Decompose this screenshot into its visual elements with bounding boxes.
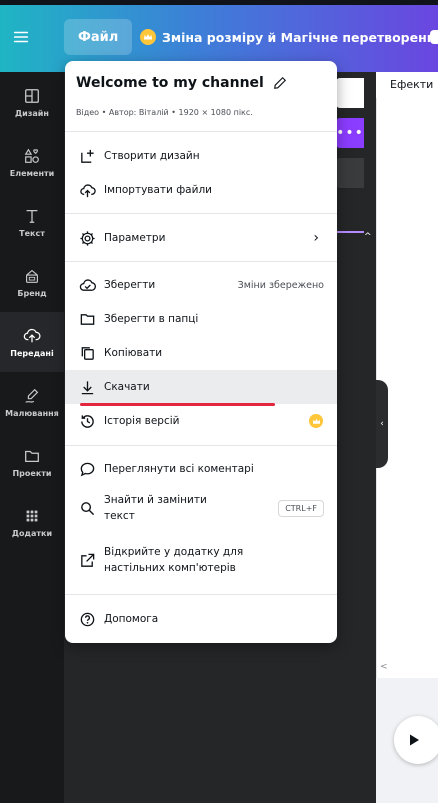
sidebar-item-projects[interactable]: Проекти — [0, 432, 64, 492]
resize-magic-switch-button[interactable]: Зміна розміру й Магічне перетворення — [138, 19, 438, 55]
download-item[interactable]: Скачати — [65, 370, 337, 404]
panel-search-field[interactable] — [336, 78, 364, 108]
play-button[interactable] — [394, 716, 438, 764]
text-icon — [26, 209, 38, 223]
divider — [65, 213, 337, 214]
view-comments-item[interactable]: Переглянути всі коментарі — [65, 452, 337, 486]
sidebar-item-label: Малювання — [5, 408, 59, 418]
download-highlight-underline — [80, 403, 275, 406]
top-stripe — [0, 0, 438, 5]
settings-item[interactable]: Параметри › — [65, 221, 337, 255]
file-menu-button[interactable]: Файл — [64, 19, 133, 55]
sidebar-item-text[interactable]: Текст — [0, 192, 64, 252]
sidebar-item-label: Додатки — [11, 528, 53, 538]
menu-item-label: Допомога — [104, 613, 159, 625]
divider — [65, 261, 337, 262]
divider — [65, 131, 337, 132]
crown-icon — [309, 414, 323, 428]
divider — [65, 445, 337, 446]
menu-item-label: Створити дизайн — [104, 150, 200, 162]
panel-secondary-field[interactable] — [336, 158, 364, 188]
cloud-check-icon — [79, 278, 96, 291]
gear-icon — [79, 230, 95, 246]
brand-icon — [26, 269, 38, 283]
effects-tab[interactable]: Ефекти — [376, 72, 438, 98]
menu-item-label: Параметри — [104, 232, 166, 244]
find-replace-item[interactable]: Знайти й замінити текст CTRL+F — [65, 486, 337, 530]
save-item[interactable]: Зберегти Зміни збережено — [65, 268, 337, 302]
external-link-icon — [80, 553, 94, 567]
left-sidebar: Дизайн Елементи Текст Бренд Передані Мал… — [0, 72, 64, 803]
sidebar-item-label: Бренд — [17, 288, 47, 298]
help-icon — [80, 612, 94, 626]
menu-item-label: Імпортувати файли — [104, 184, 212, 196]
design-title-text: Welcome to my channel — [76, 75, 264, 91]
apps-icon — [26, 510, 38, 521]
menu-item-label: Скачати — [104, 381, 150, 393]
shapes-icon — [24, 148, 39, 163]
copy-item[interactable]: Копіювати — [65, 336, 337, 370]
download-icon — [81, 380, 93, 394]
sidebar-item-label: Дизайн — [15, 108, 49, 118]
search-icon — [80, 501, 94, 515]
menu-item-label: Зберегти — [104, 279, 156, 291]
keyboard-shortcut: CTRL+F — [278, 499, 324, 517]
chevron-right-icon: › — [313, 230, 319, 246]
open-desktop-app-item[interactable]: Відкрийте у додатку для настільних комп'… — [65, 538, 337, 582]
version-history-item[interactable]: Історія версій — [65, 404, 337, 438]
file-dropdown-menu: Welcome to my channel Відео • Автор: Віт… — [65, 61, 337, 643]
hamburger-menu-icon[interactable] — [4, 20, 38, 54]
menu-item-label: Історія версій — [104, 415, 180, 427]
layout-icon — [25, 88, 39, 103]
copy-icon — [81, 346, 94, 360]
create-design-item[interactable]: Створити дизайн — [65, 139, 337, 173]
sidebar-item-brand[interactable]: Бренд — [0, 252, 64, 312]
menu-item-label: Зберегти в папці — [104, 313, 199, 325]
menu-item-label: Відкрийте у додатку для настільних комп'… — [104, 545, 244, 574]
draw-icon — [25, 388, 39, 403]
sidebar-item-label: Проекти — [12, 468, 52, 478]
sidebar-item-uploads[interactable]: Передані — [0, 312, 64, 372]
sidebar-item-label: Текст — [19, 228, 45, 238]
play-icon — [410, 734, 419, 746]
sidebar-item-label: Елементи — [9, 168, 55, 178]
panel-active-tab-indicator — [336, 231, 364, 233]
sidebar-item-elements[interactable]: Елементи — [0, 132, 64, 192]
save-status: Зміни збережено — [237, 279, 324, 291]
create-design-icon — [80, 149, 94, 163]
import-files-item[interactable]: Імпортувати файли — [65, 173, 337, 207]
help-item[interactable]: Допомога — [65, 602, 337, 636]
design-meta: Відео • Автор: Віталій • 1920 × 1080 пік… — [76, 108, 253, 117]
folder-icon — [80, 313, 94, 325]
menu-item-label: Переглянути всі коментарі — [104, 463, 254, 475]
sidebar-item-label: Передані — [10, 348, 54, 358]
cloud-upload-icon — [79, 183, 96, 197]
upload-icon — [23, 328, 41, 342]
collapse-panel-handle[interactable]: ‹ — [376, 380, 388, 468]
divider — [65, 594, 337, 595]
sidebar-item-design[interactable]: Дизайн — [0, 72, 64, 132]
chevron-left-icon[interactable]: < — [380, 662, 388, 672]
menu-item-label: Копіювати — [104, 347, 163, 359]
pencil-icon[interactable] — [273, 76, 287, 90]
sidebar-item-apps[interactable]: Додатки — [0, 492, 64, 552]
folder-icon — [25, 450, 39, 462]
design-title[interactable]: Welcome to my channel — [76, 75, 287, 91]
crown-icon — [140, 29, 156, 45]
share-button-edge[interactable] — [430, 30, 438, 44]
comment-icon — [80, 462, 94, 476]
save-to-folder-item[interactable]: Зберегти в папці — [65, 302, 337, 336]
scroll-up-icon[interactable]: ^ — [364, 232, 372, 242]
history-icon — [80, 414, 94, 428]
panel-more-button[interactable]: ••• — [336, 118, 364, 148]
resize-button-label: Зміна розміру й Магічне перетворення — [162, 29, 438, 45]
menu-item-label: Знайти й замінити текст — [104, 493, 207, 522]
sidebar-item-draw[interactable]: Малювання — [0, 372, 64, 432]
